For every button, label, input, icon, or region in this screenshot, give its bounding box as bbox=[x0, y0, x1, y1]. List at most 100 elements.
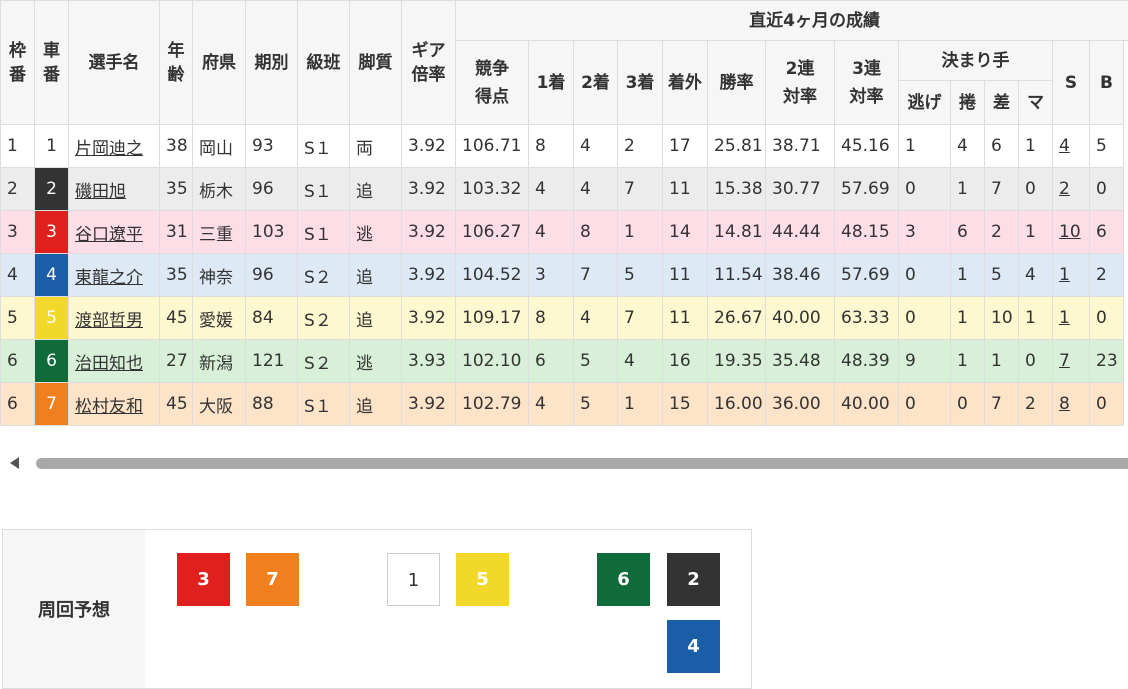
scroll-left-arrow-icon[interactable] bbox=[10, 457, 19, 469]
lap-prediction-label: 周回予想 bbox=[3, 530, 145, 688]
s-count-link[interactable]: 4 bbox=[1059, 136, 1070, 156]
third-cell: 1 bbox=[618, 211, 663, 254]
waku-cell: 1 bbox=[1, 125, 35, 168]
col-header-term: 期別 bbox=[246, 1, 298, 125]
style-cell: 追 bbox=[350, 254, 402, 297]
age-cell: 27 bbox=[160, 340, 193, 383]
gear-cell: 3.92 bbox=[402, 383, 456, 426]
s-cell: 8 bbox=[1053, 383, 1090, 426]
makuri-cell: 1 bbox=[951, 168, 985, 211]
out-cell: 11 bbox=[663, 254, 708, 297]
gear-cell: 3.92 bbox=[402, 168, 456, 211]
rate2-cell: 30.77 bbox=[766, 168, 835, 211]
rider-name-link[interactable]: 治田知也 bbox=[75, 354, 143, 374]
car-number-cell: 1 bbox=[35, 125, 69, 168]
rider-name-link[interactable]: 磯田旭 bbox=[75, 182, 126, 202]
rider-name-cell: 治田知也 bbox=[69, 340, 160, 383]
term-cell: 88 bbox=[246, 383, 298, 426]
col-header-recent: 直近4ヶ月の成績 bbox=[456, 1, 1128, 41]
rider-name-cell: 東龍之介 bbox=[69, 254, 160, 297]
horizontal-scrollbar[interactable] bbox=[0, 448, 1128, 478]
age-cell: 45 bbox=[160, 383, 193, 426]
style-cell: 逃 bbox=[350, 211, 402, 254]
col-header-first: 1着 bbox=[529, 41, 574, 125]
pref-cell: 神奈 bbox=[193, 254, 246, 297]
prediction-chip: 5 bbox=[456, 553, 509, 606]
win-rate-cell: 14.81 bbox=[708, 211, 766, 254]
age-cell: 35 bbox=[160, 168, 193, 211]
car-number-badge: 3 bbox=[35, 211, 68, 253]
third-cell: 1 bbox=[618, 383, 663, 426]
col-header-b: B bbox=[1090, 41, 1124, 125]
gear-cell: 3.92 bbox=[402, 254, 456, 297]
out-cell: 15 bbox=[663, 383, 708, 426]
nige-cell: 0 bbox=[899, 254, 951, 297]
s-count-link[interactable]: 8 bbox=[1059, 394, 1070, 414]
car-number-badge: 6 bbox=[35, 340, 68, 382]
rider-name-link[interactable]: 谷口遼平 bbox=[75, 225, 143, 245]
s-count-link[interactable]: 1 bbox=[1059, 265, 1070, 285]
first-cell: 4 bbox=[529, 168, 574, 211]
rider-name-cell: 松村友和 bbox=[69, 383, 160, 426]
out-cell: 11 bbox=[663, 168, 708, 211]
ma-cell: 0 bbox=[1019, 340, 1053, 383]
ma-cell: 4 bbox=[1019, 254, 1053, 297]
pref-cell: 三重 bbox=[193, 211, 246, 254]
b-cell: 0 bbox=[1090, 297, 1124, 340]
rate3-cell: 45.16 bbox=[835, 125, 899, 168]
out-cell: 11 bbox=[663, 297, 708, 340]
col-header-win-rate: 勝率 bbox=[708, 41, 766, 125]
win-rate-cell: 19.35 bbox=[708, 340, 766, 383]
gear-cell: 3.92 bbox=[402, 211, 456, 254]
style-cell: 追 bbox=[350, 383, 402, 426]
class-cell: S１ bbox=[298, 383, 350, 426]
makuri-cell: 6 bbox=[951, 211, 985, 254]
scroll-thumb[interactable] bbox=[36, 458, 1128, 469]
rate3-cell: 57.69 bbox=[835, 168, 899, 211]
s-count-link[interactable]: 10 bbox=[1059, 222, 1081, 242]
sashi-cell: 6 bbox=[985, 125, 1019, 168]
makuri-cell: 1 bbox=[951, 297, 985, 340]
score-cell: 104.52 bbox=[456, 254, 529, 297]
third-cell: 2 bbox=[618, 125, 663, 168]
sashi-cell: 7 bbox=[985, 168, 1019, 211]
car-number-badge: 5 bbox=[35, 297, 68, 339]
sashi-cell: 2 bbox=[985, 211, 1019, 254]
gear-cell: 3.93 bbox=[402, 340, 456, 383]
term-cell: 96 bbox=[246, 254, 298, 297]
rider-name-link[interactable]: 片岡迪之 bbox=[75, 139, 143, 159]
s-count-link[interactable]: 7 bbox=[1059, 351, 1070, 371]
second-cell: 5 bbox=[574, 383, 618, 426]
rate2-cell: 40.00 bbox=[766, 297, 835, 340]
col-header-nige: 逃げ bbox=[899, 81, 951, 125]
prediction-chip: 6 bbox=[597, 553, 650, 606]
rider-name-link[interactable]: 松村友和 bbox=[75, 397, 143, 417]
sashi-cell: 10 bbox=[985, 297, 1019, 340]
second-cell: 8 bbox=[574, 211, 618, 254]
second-cell: 5 bbox=[574, 340, 618, 383]
s-cell: 2 bbox=[1053, 168, 1090, 211]
sashi-cell: 7 bbox=[985, 383, 1019, 426]
rider-name-link[interactable]: 渡部哲男 bbox=[75, 311, 143, 331]
table-row: 4 4 東龍之介 35 神奈 96 S２ 追 3.92 104.52 3 7 5… bbox=[1, 254, 1128, 297]
first-cell: 3 bbox=[529, 254, 574, 297]
third-cell: 7 bbox=[618, 168, 663, 211]
table-row: 6 6 治田知也 27 新潟 121 S２ 逃 3.93 102.10 6 5 … bbox=[1, 340, 1128, 383]
ma-cell: 2 bbox=[1019, 383, 1053, 426]
rider-name-link[interactable]: 東龍之介 bbox=[75, 268, 143, 288]
s-count-link[interactable]: 1 bbox=[1059, 308, 1070, 328]
rate3-cell: 48.39 bbox=[835, 340, 899, 383]
col-header-kimarite: 決まり手 bbox=[899, 41, 1053, 81]
first-cell: 8 bbox=[529, 125, 574, 168]
s-count-link[interactable]: 2 bbox=[1059, 179, 1070, 199]
term-cell: 121 bbox=[246, 340, 298, 383]
age-cell: 31 bbox=[160, 211, 193, 254]
rate2-cell: 38.46 bbox=[766, 254, 835, 297]
first-cell: 4 bbox=[529, 211, 574, 254]
waku-cell: 6 bbox=[1, 340, 35, 383]
b-cell: 6 bbox=[1090, 211, 1124, 254]
win-rate-cell: 16.00 bbox=[708, 383, 766, 426]
makuri-cell: 1 bbox=[951, 340, 985, 383]
table-row: 2 2 磯田旭 35 栃木 96 S１ 追 3.92 103.32 4 4 7 … bbox=[1, 168, 1128, 211]
term-cell: 96 bbox=[246, 168, 298, 211]
